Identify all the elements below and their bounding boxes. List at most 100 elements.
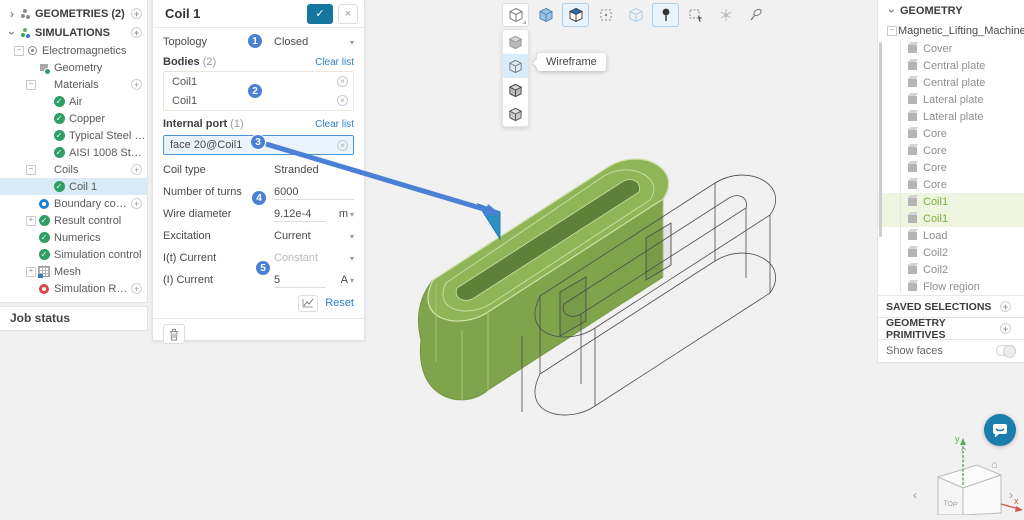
add-button[interactable] xyxy=(1000,301,1011,312)
cube-icon xyxy=(908,112,917,121)
fit-view-button[interactable] xyxy=(592,3,619,27)
filter-button[interactable] xyxy=(712,3,739,27)
tree-item[interactable]: Air xyxy=(0,93,147,110)
geometry-body-label: Coil1 xyxy=(923,195,949,208)
confirm-button[interactable]: ✓ xyxy=(307,3,333,24)
shaded-edges-cube-icon xyxy=(508,83,523,97)
annotation-badge-1: 1 xyxy=(247,33,263,49)
reset-link[interactable]: Reset xyxy=(325,297,354,309)
excitation-select[interactable]: Current ▾ xyxy=(274,230,354,242)
fit-view-icon xyxy=(600,9,611,21)
flake-icon xyxy=(720,9,731,21)
tree-item-label: Coils xyxy=(54,163,79,176)
tree-item[interactable]: Typical Steel - Work... xyxy=(0,127,147,144)
geometry-primitives-section[interactable]: GEOMETRY PRIMITIVES xyxy=(878,317,1024,341)
render-mode-hidden-line[interactable] xyxy=(503,102,528,126)
tree-item[interactable]: Result control xyxy=(0,212,147,229)
rotate-right-icon[interactable]: › xyxy=(1009,489,1013,501)
tree-item-label: Electromagnetics xyxy=(42,44,127,57)
geometry-header[interactable]: GEOMETRY xyxy=(878,0,1024,22)
remove-item-icon[interactable] xyxy=(337,95,348,106)
geometry-root-label: Magnetic_Lifting_Machine ... xyxy=(898,25,1024,37)
tree-item[interactable]: Simulation control xyxy=(0,246,147,263)
delete-button[interactable] xyxy=(163,324,185,344)
scrollbar[interactable] xyxy=(879,42,882,237)
remove-item-icon[interactable] xyxy=(337,139,348,151)
job-status-bar[interactable]: Job status xyxy=(0,306,148,331)
it-current-select: Constant ▾ xyxy=(274,252,354,264)
tree-item[interactable]: Boundary conditions xyxy=(0,195,147,212)
tree-item-label: Copper xyxy=(69,112,106,125)
chevron-down-icon: ▾ xyxy=(349,275,354,285)
tree-item[interactable]: Electromagnetics xyxy=(0,42,147,59)
show-hidden-button[interactable] xyxy=(622,3,649,27)
render-mode-wireframe[interactable] xyxy=(503,54,528,78)
add-button[interactable] xyxy=(131,27,142,38)
tree-item[interactable]: Mesh xyxy=(0,263,147,280)
rotate-up-icon[interactable]: › xyxy=(956,447,970,451)
tree-item[interactable]: Materials xyxy=(0,76,147,93)
add-button[interactable] xyxy=(131,79,142,90)
tree-item[interactable]: Coil 1 xyxy=(0,178,147,195)
saved-selections-section[interactable]: SAVED SELECTIONS xyxy=(878,295,1024,317)
add-button[interactable] xyxy=(131,164,142,175)
selected-face[interactable] xyxy=(476,203,501,241)
turns-input[interactable]: 6000 xyxy=(274,184,354,200)
geometry-body-label: Core xyxy=(923,127,947,140)
show-faces-toggle[interactable] xyxy=(996,345,1016,358)
close-button[interactable]: × xyxy=(338,3,358,24)
tree-item[interactable]: Coils xyxy=(0,161,147,178)
expander-icon[interactable] xyxy=(13,46,25,56)
i-current-unit-select[interactable]: A ▾ xyxy=(341,274,354,286)
render-mode-shaded-edges[interactable] xyxy=(503,78,528,102)
remove-item-icon[interactable] xyxy=(337,76,348,87)
wire-diameter-unit-select[interactable]: m ▾ xyxy=(339,208,354,220)
add-button[interactable] xyxy=(131,198,142,209)
home-view-icon[interactable]: ⌂ xyxy=(991,459,998,471)
support-chat-button[interactable] xyxy=(984,414,1016,446)
render-mode-button[interactable] xyxy=(502,3,529,27)
tree-item[interactable]: SIMULATIONS xyxy=(0,23,147,42)
i-current-input[interactable]: 5 xyxy=(274,272,326,288)
ghost-cube-icon xyxy=(629,7,642,23)
expander-icon[interactable] xyxy=(25,80,37,90)
annotation-badge-4: 4 xyxy=(251,190,267,206)
collapse-icon[interactable] xyxy=(886,26,898,36)
wire-diameter-input[interactable]: 9.12e-4 xyxy=(274,206,326,222)
add-button[interactable] xyxy=(1000,323,1011,334)
tree-item[interactable]: Copper xyxy=(0,110,147,127)
expander-icon[interactable] xyxy=(25,216,37,226)
add-button[interactable] xyxy=(131,283,142,294)
geometry-root-item[interactable]: Magnetic_Lifting_Machine ... xyxy=(878,22,1024,40)
wire-diameter-row: Wire diameter 9.12e-4 m ▾ xyxy=(163,203,354,225)
tree-item[interactable]: GEOMETRIES (2) xyxy=(0,4,147,23)
expander-icon[interactable] xyxy=(25,267,37,277)
bodies-clear-link[interactable]: Clear list xyxy=(315,57,354,68)
tree-item[interactable]: AISI 1008 Steel - Core xyxy=(0,144,147,161)
chart-button[interactable] xyxy=(298,294,319,312)
tree-item[interactable]: Geometry xyxy=(0,59,147,76)
expander-icon[interactable] xyxy=(6,7,18,21)
solid-cube-icon xyxy=(539,7,552,23)
measure-button[interactable] xyxy=(742,3,769,27)
add-button[interactable] xyxy=(131,8,142,19)
tree-item[interactable]: Simulation Runs xyxy=(0,280,147,297)
confirm-check-icon: ✓ xyxy=(315,8,325,20)
geometry-body-label: Cover xyxy=(923,42,953,55)
box-select-button[interactable] xyxy=(682,3,709,27)
coil-type-select[interactable]: Stranded ▾ xyxy=(274,164,354,176)
geometry-body-label: Lateral plate xyxy=(923,93,984,106)
topology-select[interactable]: Closed ▾ xyxy=(274,36,354,48)
select-face-mode-button[interactable] xyxy=(562,3,589,27)
coil-body-solid[interactable] xyxy=(418,158,670,401)
transparent-cube-button[interactable] xyxy=(532,3,559,27)
expander-icon[interactable] xyxy=(25,165,37,175)
expander-icon[interactable] xyxy=(6,26,18,40)
rotate-left-icon[interactable]: ‹ xyxy=(913,489,917,501)
annotation-badge-5: 5 xyxy=(255,260,271,276)
port-clear-link[interactable]: Clear list xyxy=(315,119,354,130)
render-mode-shaded[interactable] xyxy=(503,30,528,54)
tree-item-label: Boundary conditions xyxy=(54,197,131,210)
tree-item[interactable]: Numerics xyxy=(0,229,147,246)
probe-point-button[interactable] xyxy=(652,3,679,27)
